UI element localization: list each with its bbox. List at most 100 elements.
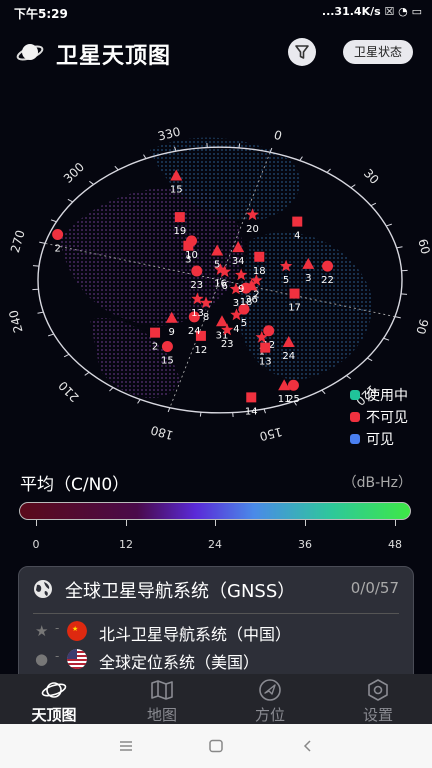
back-icon[interactable]	[300, 739, 316, 753]
satellite-status-button[interactable]: 卫星状态	[343, 40, 413, 64]
azimuth-label: 60	[415, 237, 432, 255]
scale-label: 0	[32, 538, 40, 551]
legend-label: 不可见	[366, 410, 408, 426]
satellite-id: 5	[241, 318, 247, 329]
azimuth-tick	[143, 154, 147, 159]
azimuth-label: 300	[61, 160, 87, 186]
azimuth-label: 240	[6, 309, 25, 335]
scale-tick	[305, 520, 306, 526]
azimuth-label: 30	[361, 166, 382, 187]
azimuth-tick	[114, 165, 119, 171]
azimuth-tick	[346, 375, 351, 380]
satellite-triangle-icon	[215, 315, 228, 327]
system-row-gps[interactable]: ● - 全球定位系统（美国）	[35, 647, 395, 672]
bottom-navigation: 天顶图 地图 方位 设置	[0, 674, 432, 724]
azimuth-tick	[326, 168, 331, 173]
dash-separator: -	[55, 621, 60, 635]
filter-icon	[295, 45, 309, 59]
scale-tick	[395, 520, 396, 526]
azimuth-label: 270	[8, 228, 28, 254]
system-label: 全球定位系统（美国）	[99, 653, 260, 672]
scale-tick	[126, 520, 127, 526]
satellite-square-icon	[174, 212, 185, 223]
satellite-id: 5	[283, 275, 289, 286]
nav-tab-map[interactable]: 地图	[108, 674, 216, 724]
azimuth-tick	[63, 353, 70, 358]
scale-tick	[36, 520, 37, 526]
satellite-id: 12	[195, 345, 208, 356]
settings-icon	[368, 679, 388, 701]
nav-label: 方位	[254, 706, 285, 724]
signal-unit: （dB-Hz）	[342, 475, 412, 491]
satellite-circle-icon	[263, 325, 275, 337]
star-icon: ★	[35, 622, 49, 640]
azimuth-tick	[48, 333, 54, 337]
azimuth-tick	[263, 408, 266, 414]
nav-label: 天顶图	[31, 706, 77, 724]
visible-swatch	[350, 434, 360, 444]
page-title: 卫星天顶图	[56, 44, 172, 69]
planet-icon	[16, 44, 44, 61]
azimuth-tick	[89, 180, 94, 185]
satellite-circle-icon	[191, 265, 203, 277]
satellite-id: 24	[188, 326, 201, 337]
usa-flag-icon	[67, 649, 87, 669]
nav-tab-compass[interactable]: 方位	[216, 674, 324, 724]
nav-tab-settings[interactable]: 设置	[324, 674, 432, 724]
satellite-id: 19	[173, 226, 186, 237]
filter-button[interactable]	[288, 38, 316, 66]
azimuth-label: 90	[413, 317, 431, 336]
azimuth-tick	[299, 156, 303, 161]
azimuth-tick	[67, 198, 73, 203]
satellite-id: 20	[246, 224, 259, 235]
scale-label: 12	[119, 538, 133, 551]
satellite-id: 2	[54, 244, 60, 255]
satellite-id: 13	[259, 357, 272, 368]
gnss-header: 全球卫星导航系统（GNSS） 0/0/57	[33, 577, 399, 603]
satellite-id: 15	[170, 185, 183, 196]
home-icon[interactable]	[208, 739, 224, 753]
satellite-marker[interactable]: 14	[245, 392, 258, 417]
satellite-id: 22	[321, 275, 334, 286]
azimuth-tick	[396, 246, 403, 249]
satellite-id: 3	[305, 273, 311, 284]
scale-label: 48	[388, 538, 402, 551]
satellite-id: 17	[288, 303, 301, 314]
menu-icon[interactable]	[118, 739, 134, 753]
nav-label: 设置	[362, 706, 393, 724]
globe-icon	[34, 580, 52, 598]
status-indicators: ...31.4K/s ☒ ◔ ▭	[321, 5, 422, 18]
azimuth-tick	[137, 399, 141, 404]
legend-item-in-use: 使用中	[350, 385, 408, 407]
satellite-square-icon	[292, 216, 303, 227]
signal-average-title: 平均（C/N0）	[20, 475, 130, 495]
azimuth-tick	[394, 316, 401, 319]
system-label: 北斗卫星导航系统（中国）	[99, 625, 292, 644]
invisible-swatch	[350, 412, 360, 422]
azimuth-tick	[383, 337, 390, 341]
azimuth-tick	[37, 311, 44, 314]
planet-nav-icon	[41, 682, 67, 698]
signal-gradient-bar	[19, 502, 411, 520]
azimuth-tick	[84, 371, 90, 376]
app-header: 卫星天顶图 卫星状态	[0, 30, 432, 74]
system-row-beidou[interactable]: ★ - ★ 北斗卫星导航系统（中国）	[35, 619, 395, 644]
legend-label: 可见	[366, 432, 394, 448]
azimuth-tick	[386, 223, 392, 227]
nav-tab-skyplot[interactable]: 天顶图	[0, 674, 108, 724]
satellite-id: 14	[245, 406, 258, 417]
azimuth-tick	[321, 389, 326, 395]
satellite-id: 23	[221, 339, 234, 350]
azimuth-tick	[367, 357, 373, 362]
satellite-id: 13	[191, 308, 204, 319]
azimuth-tick	[370, 202, 377, 207]
satellite-square-icon	[254, 251, 265, 262]
scale-tick	[215, 520, 216, 526]
satellite-id: 10	[185, 250, 198, 261]
satellite-circle-icon	[287, 379, 299, 391]
azimuth-tick	[350, 184, 356, 189]
satellite-id: 11	[278, 394, 291, 405]
satellite-square-icon	[246, 392, 257, 403]
satellite-id: 18	[253, 266, 266, 277]
satellite-circle-icon	[161, 340, 173, 352]
